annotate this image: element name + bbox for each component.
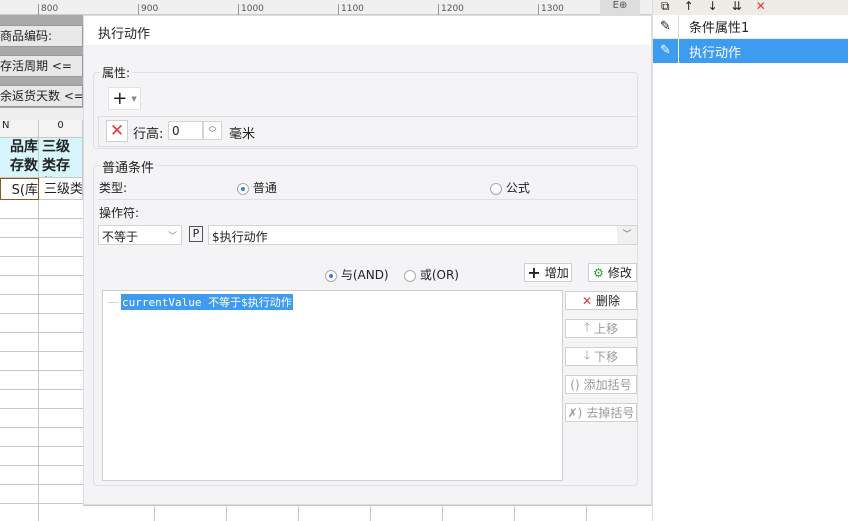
button-label: 增加 — [544, 266, 569, 280]
logic-radio-or[interactable]: 或(OR) — [404, 266, 459, 283]
radio-label: 普通 — [252, 181, 277, 195]
form-area: 商品编码: 存活周期 <= 余返货天数 <= — [0, 15, 83, 108]
ruler-tick: 1000 — [238, 4, 264, 15]
delete-icon[interactable]: ✕ — [756, 0, 766, 15]
operator-value: 不等于 — [102, 230, 139, 244]
dialog-title: 执行动作 — [84, 16, 651, 45]
add-bracket-button[interactable]: () 添加括号 — [565, 375, 637, 394]
grid-bottom — [83, 505, 652, 521]
arrow-up-icon: 🡑 — [583, 320, 591, 334]
add-condition-button[interactable]: + 增加 — [524, 263, 572, 282]
logic-radio-and[interactable]: 与(AND) — [325, 266, 389, 283]
remove-property-button[interactable]: ✕ — [106, 120, 128, 142]
button-label: 下移 — [594, 350, 619, 364]
row-height-input[interactable]: 0 — [168, 121, 203, 140]
remove-bracket-button[interactable]: ✗) 去掉括号 — [565, 403, 637, 422]
row-height-label: 行高: — [133, 127, 164, 142]
header-cell[interactable]: 品库存数量 — [0, 138, 39, 178]
condition-legend: 普通条件 — [100, 157, 157, 176]
delete-button[interactable]: ✕ 删除 — [565, 291, 637, 310]
chevron-down-icon: ﹀ — [167, 232, 177, 242]
column-header[interactable]: N — [0, 120, 39, 138]
copy-icon[interactable]: ⧉ — [661, 0, 670, 15]
remove-bracket-icon: ✗) — [567, 405, 583, 420]
operator-label: 操作符: — [99, 206, 140, 220]
button-label: 添加括号 — [583, 378, 632, 392]
panel-item[interactable]: ✎ 条件属性1 — [653, 15, 848, 39]
ruler: 800 900 1000 1100 1200 1300 E⊕ — [0, 0, 652, 15]
execute-action-dialog: 执行动作 属性: + ▼ ✕ 行高: 0 ︿ ﹀ 毫米 普通条件 类型: 普通 公式… — [83, 15, 652, 505]
unit-label: 毫米 — [229, 127, 256, 142]
type-label: 类型: — [99, 181, 128, 195]
panel-toolbar: ⧉ ↑ ↓ ⇊ ✕ — [653, 0, 848, 15]
button-label: 上移 — [594, 322, 619, 336]
modify-condition-button[interactable]: ⚙ 修改 — [588, 263, 637, 282]
plus-icon: + — [112, 88, 128, 109]
form-label: 商品编码: — [0, 25, 83, 47]
header-cell[interactable]: 三级类存数 — [39, 138, 83, 178]
arrow-down-icon: 🡓 — [583, 348, 591, 362]
condition-text: currentValue 不等于$执行动作 — [121, 294, 293, 310]
bracket-icon: () — [570, 377, 580, 392]
radio-label: 与(AND) — [340, 268, 389, 282]
ruler-tick: 1300 — [538, 4, 564, 15]
radio-icon — [404, 269, 416, 282]
data-cell[interactable]: S(库 — [0, 178, 39, 200]
close-icon: ✕ — [581, 293, 593, 308]
dropdown-arrow-icon: ▼ — [131, 94, 137, 103]
condition-attributes-panel: ⧉ ↑ ↓ ⇊ ✕ ✎ 条件属性1 ✎ 执行动作 — [652, 0, 848, 521]
ruler-tick: 900 — [138, 4, 158, 15]
condition-list[interactable]: — currentValue 不等于$执行动作 — [102, 290, 563, 481]
move-down-icon[interactable]: ↓ — [708, 0, 718, 15]
panel-item-label: 执行动作 — [689, 45, 742, 61]
pencil-icon: ✎ — [653, 39, 679, 63]
radio-checked-icon — [237, 182, 249, 195]
properties-legend: 属性: — [100, 64, 133, 81]
form-label: 余返货天数 <= — [0, 85, 83, 107]
pencil-icon: ✎ — [653, 15, 679, 38]
parameter-button[interactable]: P — [189, 226, 203, 242]
radio-icon — [490, 182, 502, 195]
ruler-tick: 1100 — [338, 4, 364, 15]
close-icon: ✕ — [109, 121, 125, 141]
data-cell[interactable]: 三级类 — [39, 178, 83, 200]
ruler-tick: 1200 — [438, 4, 464, 15]
radio-label: 公式 — [505, 181, 530, 195]
radio-label: 或(OR) — [419, 268, 459, 282]
value-text: $执行动作 — [212, 230, 268, 244]
move-up-icon[interactable]: ↑ — [684, 0, 694, 15]
column-header[interactable]: 0 — [39, 120, 83, 138]
type-radio-formula[interactable]: 公式 — [490, 179, 530, 196]
operator-select[interactable]: 不等于 ﹀ — [98, 225, 182, 245]
type-radio-normal[interactable]: 普通 — [237, 179, 277, 196]
plus-icon: + — [527, 263, 541, 282]
button-label: 修改 — [607, 266, 632, 280]
row-height-stepper[interactable]: ︿ ﹀ — [203, 121, 222, 140]
chevron-down-icon: ﹀ — [617, 226, 637, 244]
grid-rows — [0, 200, 83, 521]
panel-item-selected[interactable]: ✎ 执行动作 — [653, 39, 848, 63]
gear-icon: ⚙ — [593, 265, 604, 280]
condition-list-item[interactable]: — currentValue 不等于$执行动作 — [107, 294, 293, 310]
move-down-button[interactable]: 🡓 下移 — [565, 347, 637, 366]
radio-checked-icon — [325, 269, 337, 282]
add-property-button[interactable]: + ▼ — [108, 87, 141, 110]
move-up-button[interactable]: 🡑 上移 — [565, 319, 637, 338]
panel-item-label: 条件属性1 — [689, 21, 750, 36]
move-bottom-icon[interactable]: ⇊ — [732, 0, 742, 15]
value-combo[interactable]: $执行动作 ﹀ — [208, 225, 638, 245]
info-icon[interactable]: E⊕ — [600, 0, 640, 15]
form-label: 存活周期 <= — [0, 55, 83, 77]
button-label: 删除 — [596, 294, 621, 308]
button-label: 去掉括号 — [586, 406, 635, 420]
ruler-tick: 800 — [38, 4, 58, 15]
